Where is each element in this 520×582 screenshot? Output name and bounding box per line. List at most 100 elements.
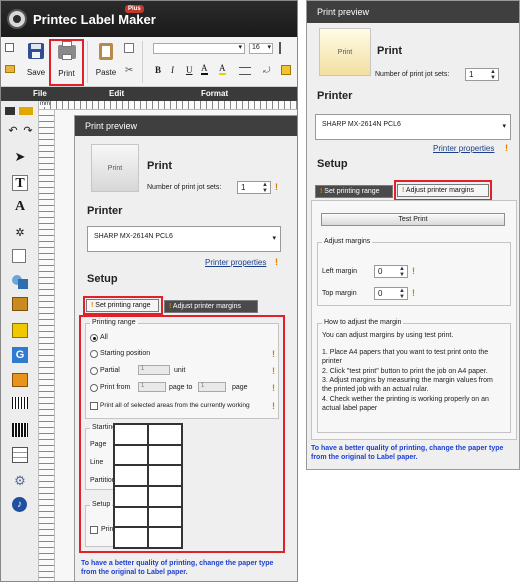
open-folder-icon[interactable] — [5, 65, 15, 73]
print-from-input[interactable]: 1 — [138, 382, 166, 392]
pointer-icon[interactable]: ➤ — [12, 149, 28, 165]
table-icon[interactable] — [12, 447, 28, 463]
label-cell[interactable] — [114, 527, 148, 548]
database-icon[interactable]: ⚙ — [12, 473, 28, 489]
text-tool-icon[interactable]: T — [12, 175, 28, 191]
how-to-line: 4. Check wether the printing is working … — [322, 396, 489, 403]
zip-barcode-icon[interactable] — [12, 397, 28, 409]
font-color-button[interactable]: A — [201, 63, 208, 75]
label-cell[interactable] — [114, 506, 148, 528]
zoom-icon[interactable] — [5, 107, 15, 115]
font-size-select[interactable]: 16 ▾ — [249, 43, 273, 54]
label-cell[interactable] — [114, 486, 148, 507]
radio-print-from[interactable] — [90, 384, 98, 392]
warning-icon: ! — [272, 349, 275, 359]
label-cell[interactable] — [148, 444, 182, 466]
clipboard-icon — [99, 43, 113, 60]
sp-partition-label: Partition — [90, 477, 116, 484]
tab-adjust-printer-margins[interactable]: ! Adjust printer margins — [164, 300, 258, 313]
print-title: Print — [377, 45, 403, 57]
print-all-selected-checkbox[interactable] — [90, 402, 98, 410]
bold-button[interactable]: B — [155, 65, 161, 75]
redo-icon[interactable]: ↷ — [20, 123, 36, 139]
printer-select[interactable]: SHARP MX-2614N PCL6 ▾ — [315, 114, 511, 140]
left-margin-spinner[interactable]: 0 ▲ ▼ — [374, 265, 408, 278]
print-cutting-line-checkbox[interactable] — [90, 526, 98, 534]
app-window: Printec Label Maker Plus Save Print ✂ Pa… — [0, 0, 298, 582]
italic-button[interactable]: I — [171, 65, 174, 75]
font-family-select[interactable]: ▾ — [153, 43, 245, 54]
warning-icon: ! — [275, 257, 278, 267]
vertical-text-icon[interactable]: A — [12, 199, 28, 215]
how-to-adjust-group: How to adjust the margin You can adjust … — [317, 319, 511, 433]
print-thumbnail[interactable]: Print — [91, 144, 139, 192]
radio-all[interactable] — [90, 334, 98, 342]
ribbon-group-labels: File Edit Format — [1, 87, 297, 101]
label-cell[interactable] — [148, 527, 182, 548]
setup-title: Setup — [87, 273, 118, 285]
copy-icon[interactable] — [124, 43, 134, 53]
label-cell[interactable] — [114, 424, 148, 445]
how-to-legend: How to adjust the margin — [322, 319, 404, 326]
label-paper-note: To have a better quality of printing, ch… — [81, 560, 274, 576]
clipart-icon[interactable] — [12, 323, 28, 338]
group-edit: Edit — [109, 89, 125, 98]
spinner-arrows-icon: ▲ ▼ — [490, 69, 496, 81]
text-size-icon[interactable] — [239, 67, 251, 75]
thumbnail-label: Print — [337, 49, 353, 56]
partial-input[interactable]: 1 — [138, 365, 170, 375]
save-button[interactable]: Save — [23, 41, 49, 83]
spinner-arrows-icon: ▲ ▼ — [262, 182, 268, 194]
jot-sets-spinner[interactable]: 1 ▲ ▼ — [237, 181, 271, 194]
radio-partial-label: Partial — [100, 367, 120, 374]
label-cell[interactable] — [114, 465, 148, 486]
printer-select[interactable]: SHARP MX-2614N PCL6 ▾ — [87, 226, 281, 252]
warning-icon: ! — [412, 266, 415, 276]
label-layout-preview[interactable] — [113, 423, 183, 549]
label-cell[interactable] — [148, 506, 182, 528]
align-left-icon[interactable] — [279, 42, 289, 54]
printer-properties-link[interactable]: Printer properties — [205, 258, 266, 267]
graphic-icon[interactable]: G — [12, 347, 28, 363]
label-cell[interactable] — [148, 486, 182, 507]
printer-name: SHARP MX-2614N PCL6 — [94, 233, 173, 240]
adjust-margins-group: Adjust margins Left margin 0 ▲ ▼ ! Top ma… — [317, 238, 511, 306]
label-cell[interactable] — [148, 424, 182, 445]
printer-title: Printer — [87, 205, 123, 217]
how-to-line: printer — [322, 358, 342, 365]
image-icon[interactable] — [12, 297, 28, 311]
zoom-slider-icon[interactable] — [19, 107, 33, 115]
spinner-arrows-icon: ▲ ▼ — [399, 266, 405, 278]
music-icon[interactable]: ♪ — [12, 497, 27, 512]
shape-tool-icon[interactable]: ✲ — [12, 225, 28, 241]
radio-partial[interactable] — [90, 367, 98, 375]
print-to-input[interactable]: 1 — [198, 382, 226, 392]
paste-button[interactable]: Paste — [93, 41, 119, 83]
tab-set-printing-range[interactable]: ! Set printing range — [315, 185, 393, 198]
highlight-color-button[interactable]: A — [219, 63, 226, 75]
radio-all-label: All — [100, 334, 108, 341]
barcode-icon[interactable] — [12, 423, 28, 437]
cut-icon[interactable]: ✂ — [125, 65, 133, 76]
print-title: Print — [147, 160, 173, 172]
fill-color-icon[interactable] — [281, 65, 291, 75]
test-print-button[interactable]: Test Print — [321, 213, 505, 226]
sp-page-label: Page — [90, 441, 107, 448]
tab-label: Set printing range — [324, 188, 380, 195]
serial-icon[interactable] — [12, 249, 26, 263]
radio-starting-position[interactable] — [90, 350, 98, 358]
test-print-label: Test Print — [398, 216, 428, 223]
label-cell[interactable] — [114, 444, 148, 466]
chevron-down-icon: ▾ — [272, 235, 276, 242]
underline-button[interactable]: U — [186, 65, 193, 75]
printer-properties-link[interactable]: Printer properties — [433, 144, 494, 153]
label-cell[interactable] — [148, 465, 182, 486]
shapes-icon[interactable] — [12, 273, 28, 289]
undo-icon[interactable]: ↶ — [5, 123, 21, 139]
calendar-icon[interactable] — [12, 373, 28, 387]
print-thumbnail[interactable]: Print — [319, 28, 371, 76]
jot-sets-spinner[interactable]: 1 ▲ ▼ — [465, 68, 499, 81]
top-margin-spinner[interactable]: 0 ▲ ▼ — [374, 287, 408, 300]
rotate-icon[interactable]: ⤾ — [263, 65, 271, 76]
new-file-icon[interactable] — [5, 43, 14, 52]
